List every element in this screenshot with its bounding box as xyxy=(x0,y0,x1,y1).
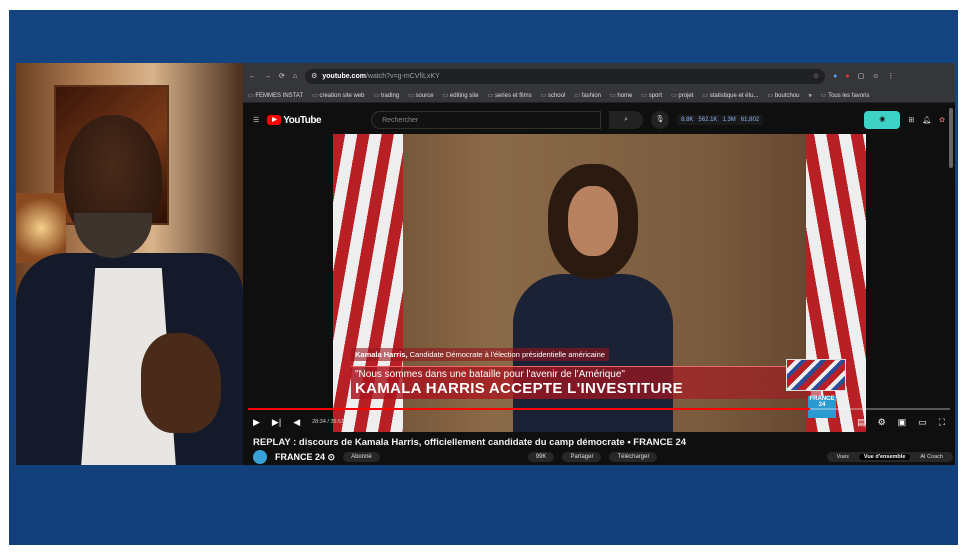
bookmarks-bar: FEMMES INSTAT creation site web trading … xyxy=(243,89,955,103)
extension-tabs: Vues Vue d'ensemble AI Coach xyxy=(826,452,953,462)
speaker-name: Kamala Harris, xyxy=(355,350,408,359)
settings-gear-icon[interactable]: ⚙ xyxy=(878,417,886,428)
subscribe-button[interactable]: Abonné xyxy=(343,452,380,462)
progress-bar[interactable] xyxy=(248,408,950,410)
presenter-webcam xyxy=(16,63,243,465)
tab-overview[interactable]: Vue d'ensemble xyxy=(858,454,911,460)
browser-toolbar: ← → ⟳ ⌂ ⚙ youtube.com/watch?v=g-mCVfiLxK… xyxy=(243,63,955,89)
youtube-logo[interactable]: ▶ YouTube xyxy=(267,114,322,126)
play-icon[interactable]: ▶ xyxy=(253,417,260,428)
profile-icon[interactable]: ☺ xyxy=(872,73,879,80)
stat: 562.1K xyxy=(698,117,718,123)
autoplay-toggle[interactable]: ◐ xyxy=(840,417,845,428)
extension-icon[interactable]: ● xyxy=(845,73,849,80)
speaker-face xyxy=(568,186,618,256)
channel-avatar[interactable] xyxy=(253,450,267,464)
miniplayer-icon[interactable]: ▣ xyxy=(898,417,907,428)
bookmark[interactable]: statistique et étu... xyxy=(702,92,759,99)
back-icon[interactable]: ← xyxy=(249,73,256,80)
tab-vues[interactable]: Vues xyxy=(837,454,849,460)
url-path: /watch?v=g-mCVfiLxKY xyxy=(365,72,440,80)
address-bar[interactable]: ⚙ youtube.com/watch?v=g-mCVfiLxKY ☆ xyxy=(305,68,826,84)
tab-ai-coach[interactable]: AI Coach xyxy=(920,454,943,460)
bookmark[interactable]: series et films xyxy=(488,92,532,99)
home-icon[interactable]: ⌂ xyxy=(293,73,297,80)
channel-row: FRANCE 24 ⊙ Abonné 99K Partager Téléchar… xyxy=(253,450,953,464)
menu-icon[interactable]: ⋮ xyxy=(887,72,894,80)
stat: 1.3M xyxy=(722,117,736,123)
bookmark[interactable]: boutchou xyxy=(767,92,800,99)
bookmark-star-icon[interactable]: ☆ xyxy=(813,72,819,80)
extensions-puzzle-icon[interactable]: ▢ xyxy=(858,72,865,80)
extension-icon[interactable]: ● xyxy=(833,73,837,80)
volume-icon[interactable]: ◀ xyxy=(293,417,300,428)
reload-icon[interactable]: ⟳ xyxy=(279,72,285,80)
bookmark[interactable]: projet xyxy=(671,92,693,99)
url-host: youtube.com xyxy=(322,72,366,80)
site-info-icon[interactable]: ⚙ xyxy=(311,72,317,80)
more-bookmarks[interactable]: » xyxy=(809,93,812,99)
quote: "Nous sommes dans une bataille pour l'av… xyxy=(355,369,625,380)
lower-third: Kamala Harris, Candidate Démocrate à l'é… xyxy=(351,344,821,399)
player-controls: ▶ ▶| ◀ 28:34 / 35:51 ◐ ▤ ⚙ ▣ ▭ ⛶ xyxy=(243,413,955,431)
like-button[interactable]: 99K xyxy=(527,452,555,462)
download-button[interactable]: Télécharger xyxy=(609,452,658,462)
speaker-role: Candidate Démocrate à l'élection préside… xyxy=(409,350,605,359)
bookmark[interactable]: fashion xyxy=(574,92,601,99)
bookmark[interactable]: creation site web xyxy=(312,92,364,99)
next-icon[interactable]: ▶| xyxy=(272,417,281,428)
search-input[interactable]: Rechercher xyxy=(371,111,602,129)
video-title: REPLAY : discours de Kamala Harris, offi… xyxy=(253,437,687,448)
notifications-bell-icon[interactable]: 🔔︎ xyxy=(922,116,931,124)
lower-third-headline: "Nous sommes dans une bataille pour l'av… xyxy=(351,366,821,399)
progress-fill xyxy=(248,408,810,410)
hamburger-icon[interactable]: ☰ xyxy=(253,116,259,124)
flag-badge xyxy=(786,359,846,391)
bookmark[interactable]: FEMMES INSTAT xyxy=(248,92,303,99)
browser-window: ← → ⟳ ⌂ ⚙ youtube.com/watch?v=g-mCVfiLxK… xyxy=(243,63,955,465)
subtitles-icon[interactable]: ▤ xyxy=(857,417,866,428)
video-player[interactable]: Kamala Harris, Candidate Démocrate à l'é… xyxy=(333,134,866,432)
fullscreen-icon[interactable]: ⛶ xyxy=(939,417,945,428)
create-icon[interactable]: ⊞ xyxy=(908,116,914,124)
bookmark[interactable]: sport xyxy=(641,92,662,99)
bookmark[interactable]: editing site xyxy=(443,92,479,99)
theater-icon[interactable]: ▭ xyxy=(918,417,927,428)
bookmark[interactable]: trading xyxy=(374,92,399,99)
play-logo-icon: ▶ xyxy=(267,115,282,125)
account-avatar[interactable]: ✿ xyxy=(939,116,945,124)
channel-name[interactable]: FRANCE 24 ⊙ xyxy=(275,451,335,463)
presenter-beard xyxy=(74,213,152,258)
youtube-header: ☰ ▶ YouTube Rechercher ⌕ 🎙 8.8K 562.1K 1.… xyxy=(243,106,955,134)
scrollbar[interactable] xyxy=(949,108,953,168)
bookmark[interactable]: home xyxy=(610,92,632,99)
extension-stats: 8.8K 562.1K 1.3M 61,802 xyxy=(677,115,764,125)
bookmark[interactable]: source xyxy=(408,92,434,99)
headline: KAMALA HARRIS ACCEPTE L'INVESTITURE xyxy=(355,380,683,397)
time-display: 28:34 / 35:51 xyxy=(312,419,345,425)
forward-icon[interactable]: → xyxy=(264,73,271,80)
logo-text: YouTube xyxy=(283,114,322,126)
search-button[interactable]: ⌕ xyxy=(609,111,644,129)
share-button[interactable]: Partager xyxy=(562,452,602,462)
camera-extension-button[interactable]: ◉ xyxy=(864,111,901,129)
stat: 61,802 xyxy=(740,117,760,123)
lower-third-name: Kamala Harris, Candidate Démocrate à l'é… xyxy=(351,348,609,361)
stat: 8.8K xyxy=(681,117,694,123)
all-bookmarks[interactable]: Tous les favoris xyxy=(821,92,869,99)
mic-icon[interactable]: 🎙 xyxy=(651,111,670,129)
bookmark[interactable]: school xyxy=(541,92,565,99)
presenter-hand xyxy=(141,333,221,433)
